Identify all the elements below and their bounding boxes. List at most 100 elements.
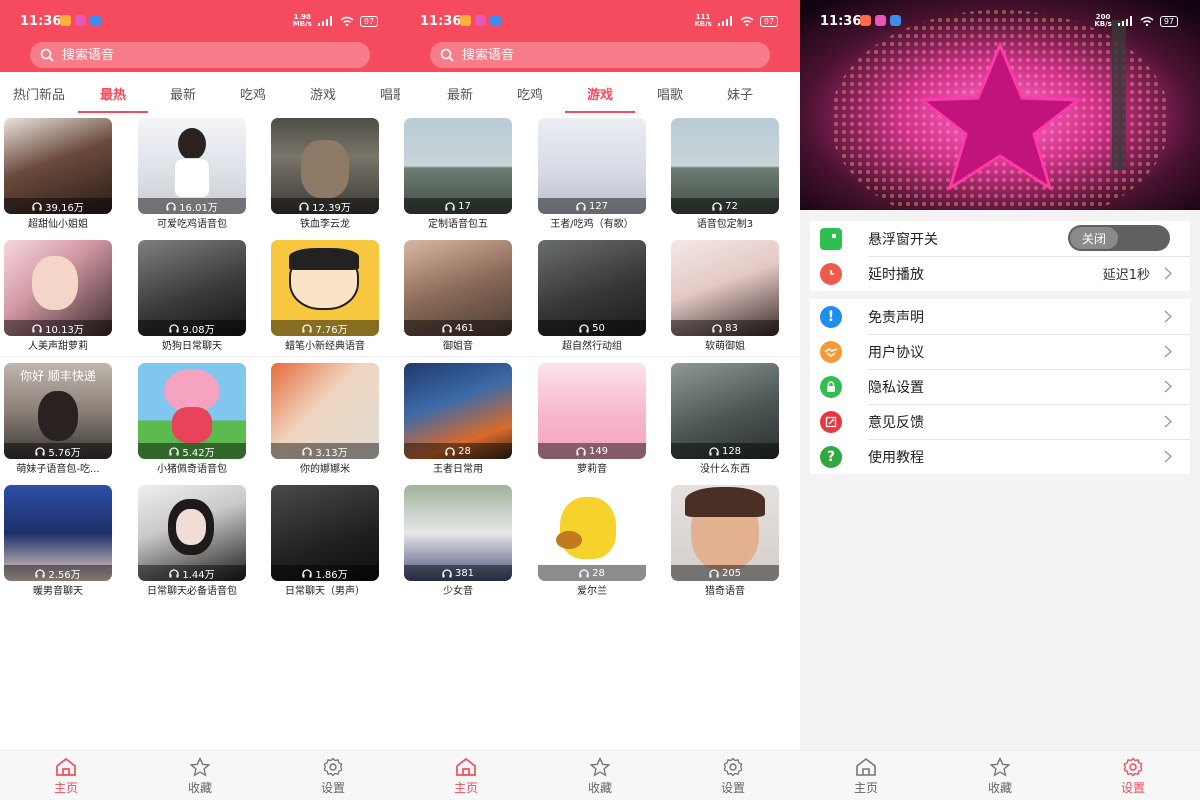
- headphones-icon: [302, 568, 313, 577]
- voice-card[interactable]: 461 御姐音: [404, 240, 512, 352]
- user-agreement-row[interactable]: 用户协议: [810, 334, 1190, 369]
- divider: [0, 356, 400, 357]
- privacy-settings-row[interactable]: 隐私设置: [810, 369, 1190, 404]
- card-title: 小猪佩奇语音包: [157, 464, 227, 475]
- tab-hottest[interactable]: 最热: [78, 84, 148, 113]
- card-overlay-text: 你好 顺丰快递: [20, 369, 96, 383]
- tab-newest[interactable]: 最新: [148, 84, 218, 103]
- voice-card[interactable]: 127 王者/吃鸡（有歌）: [538, 118, 646, 230]
- nav-settings[interactable]: 设置: [703, 757, 763, 796]
- card-title: 超自然行动组: [562, 341, 622, 352]
- nav-home[interactable]: 主页: [836, 757, 896, 796]
- voice-card[interactable]: 28 王者日常用: [404, 363, 512, 475]
- voice-card[interactable]: 50 超自然行动组: [538, 240, 646, 352]
- card-image: 39.16万: [4, 118, 112, 214]
- bottom-nav: 主页 收藏 设置: [800, 750, 1200, 800]
- edit-icon: [820, 410, 842, 433]
- battery-icon: 97: [359, 15, 378, 27]
- play-count: 205: [721, 567, 742, 579]
- voice-card[interactable]: 10.13万 人美声甜萝莉: [4, 240, 112, 352]
- voice-card[interactable]: 2.56万 暖男音聊天: [4, 485, 112, 597]
- tab-hot-new[interactable]: 热门新品: [4, 84, 74, 103]
- disclaimer-row[interactable]: ! 免责声明: [810, 299, 1190, 334]
- voice-card[interactable]: 16.01万 可爱吃鸡语音包: [138, 118, 246, 230]
- card-image: 10.13万: [4, 240, 112, 336]
- nav-favorites[interactable]: 收藏: [970, 757, 1030, 796]
- voice-card[interactable]: 7.76万 蜡笔小新经典语音: [271, 240, 379, 352]
- card-title: 日常聊天必备语音包: [147, 586, 237, 597]
- search-input[interactable]: [62, 47, 322, 63]
- search-bar[interactable]: [30, 42, 370, 68]
- tutorial-row[interactable]: ? 使用教程: [810, 439, 1190, 474]
- network-speed: 111 KB/s: [694, 13, 712, 28]
- delay-play-row[interactable]: 延时播放 延迟1秒: [810, 256, 1190, 291]
- headphones-icon: [445, 201, 455, 210]
- tab-newest[interactable]: 最新: [425, 84, 495, 103]
- headphones-icon: [32, 201, 42, 210]
- headphones-icon: [302, 446, 313, 455]
- play-count: 5.76万: [48, 447, 81, 459]
- card-image: 7.76万: [271, 240, 379, 336]
- help-icon: ?: [820, 445, 842, 468]
- headphones-icon: [579, 568, 589, 577]
- nav-home[interactable]: 主页: [436, 757, 496, 796]
- card-image: 72: [671, 118, 779, 214]
- tab-chicken[interactable]: 吃鸡: [218, 84, 288, 103]
- lock-icon: [820, 375, 842, 398]
- nav-settings[interactable]: 设置: [303, 757, 363, 796]
- floating-window-toggle[interactable]: 关闭: [1068, 225, 1170, 251]
- card-image: 1.86万: [271, 485, 379, 581]
- play-count: 1.86万: [315, 569, 348, 581]
- tab-girls[interactable]: 妹子: [705, 84, 775, 103]
- tab-chicken[interactable]: 吃鸡: [495, 84, 565, 103]
- card-title: 你的娜娜米: [300, 464, 350, 475]
- voice-card[interactable]: 205 猎奇语音: [671, 485, 779, 597]
- nav-favorites[interactable]: 收藏: [170, 757, 230, 796]
- play-count: 72: [725, 200, 738, 212]
- headphones-icon: [709, 446, 719, 455]
- voice-card[interactable]: 3.13万 你的娜娜米: [271, 363, 379, 475]
- nav-home[interactable]: 主页: [36, 757, 96, 796]
- bottom-nav: 主页 收藏 设置: [400, 750, 800, 800]
- voice-card[interactable]: 你好 顺丰快递 5.76万 萌妹子语音包-吃...: [4, 363, 112, 475]
- play-count: 39.16万: [45, 202, 84, 214]
- wifi-icon: [740, 16, 754, 26]
- voice-card[interactable]: 128 没什么东西: [671, 363, 779, 475]
- voice-card[interactable]: 39.16万 超甜仙小姐姐: [4, 118, 112, 230]
- tab-games[interactable]: 游戏: [288, 84, 358, 103]
- voice-card[interactable]: 28 爱尔兰: [538, 485, 646, 597]
- search-bar[interactable]: [430, 42, 770, 68]
- voice-card[interactable]: 17 定制语音包五: [404, 118, 512, 230]
- voice-card[interactable]: 149 萝莉音: [538, 363, 646, 475]
- star-icon: [189, 757, 211, 777]
- delay-play-value: 延迟1秒: [1102, 268, 1150, 283]
- app-notification-icon: [490, 15, 501, 26]
- voice-card[interactable]: 1.44万 日常聊天必备语音包: [138, 485, 246, 597]
- card-title: 可爱吃鸡语音包: [157, 219, 227, 230]
- headphones-icon: [712, 201, 722, 210]
- voice-card[interactable]: 83 软萌御姐: [671, 240, 779, 352]
- play-count: 12.39万: [312, 202, 351, 214]
- card-image: 128: [671, 363, 779, 459]
- voice-card[interactable]: 1.86万 日常聊天（男声）: [271, 485, 379, 597]
- card-title: 人美声甜萝莉: [28, 341, 88, 352]
- network-speed: 200 KB/s: [1094, 13, 1112, 28]
- user-agreement-label: 用户协议: [868, 344, 924, 361]
- card-image: 12.39万: [271, 118, 379, 214]
- voice-card[interactable]: 5.42万 小猪佩奇语音包: [138, 363, 246, 475]
- handshake-icon: [820, 340, 842, 363]
- floating-window-row: 悬浮窗开关 关闭: [810, 221, 1190, 256]
- app-notification-icon: [60, 15, 71, 26]
- voice-card[interactable]: 9.08万 奶狗日常聊天: [138, 240, 246, 352]
- voice-card[interactable]: 381 少女音: [404, 485, 512, 597]
- search-input[interactable]: [462, 47, 722, 63]
- nav-favorites[interactable]: 收藏: [570, 757, 630, 796]
- feedback-row[interactable]: 意见反馈: [810, 404, 1190, 439]
- voice-card[interactable]: 12.39万 铁血李云龙: [271, 118, 379, 230]
- voice-card[interactable]: 72 语音包定制3: [671, 118, 779, 230]
- tab-singing[interactable]: 唱歌: [358, 84, 400, 103]
- play-count: 28: [458, 445, 471, 457]
- tab-singing[interactable]: 唱歌: [635, 84, 705, 103]
- nav-settings[interactable]: 设置: [1103, 757, 1163, 796]
- tab-games[interactable]: 游戏: [565, 84, 635, 113]
